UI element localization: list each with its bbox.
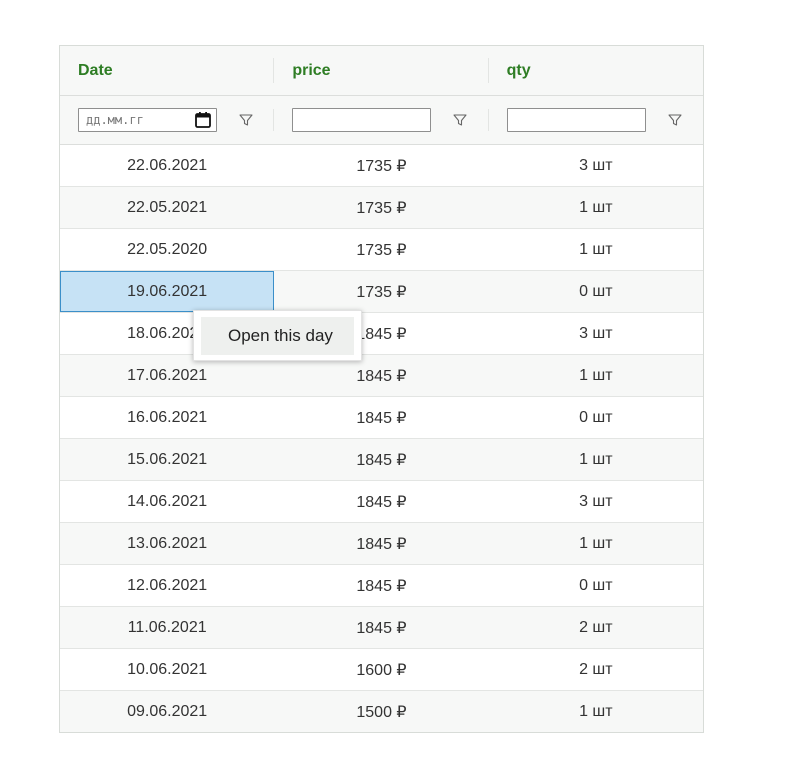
- price-cell[interactable]: 1845 ₽: [274, 481, 488, 522]
- grid-header: Date price qty: [60, 46, 703, 96]
- column-header-label: price: [292, 61, 331, 79]
- date-cell[interactable]: 22.06.2021: [60, 145, 274, 186]
- filter-row: дд.мм.гг: [60, 96, 703, 145]
- date-cell[interactable]: 16.06.2021: [60, 397, 274, 438]
- price-filter-input[interactable]: [292, 108, 432, 132]
- qty-cell[interactable]: 3 шт: [489, 145, 703, 186]
- qty-cell[interactable]: 0 шт: [489, 271, 703, 312]
- date-filter-input[interactable]: дд.мм.гг: [78, 108, 217, 132]
- data-grid: Date price qty дд.мм.гг 22.06.2021 1735 …: [59, 45, 704, 733]
- table-row[interactable]: 19.06.2021 1735 ₽0 шт: [60, 271, 703, 313]
- filter-cell-date: дд.мм.гг: [60, 96, 275, 144]
- grid-body: 22.06.2021 1735 ₽3 шт 22.05.2021 1735 ₽1 шт…: [60, 145, 703, 732]
- date-cell[interactable]: 22.05.2020: [60, 229, 274, 270]
- date-cell[interactable]: 12.06.2021: [60, 565, 274, 606]
- price-cell[interactable]: 1845 ₽: [274, 355, 488, 396]
- context-menu: Open this day: [193, 310, 362, 361]
- price-cell[interactable]: 1845 ₽: [274, 607, 488, 648]
- table-row[interactable]: 22.06.2021 1735 ₽3 шт: [60, 145, 703, 187]
- table-row[interactable]: 16.06.2021 1845 ₽0 шт: [60, 397, 703, 439]
- qty-filter-input[interactable]: [506, 108, 646, 132]
- date-cell[interactable]: 09.06.2021: [60, 691, 274, 732]
- table-row[interactable]: 09.06.2021 1500 ₽1 шт: [60, 691, 703, 732]
- price-cell[interactable]: 1845 ₽: [274, 439, 488, 480]
- column-header-label: qty: [506, 61, 531, 79]
- date-cell[interactable]: 22.05.2021: [60, 187, 274, 228]
- price-cell[interactable]: 1735 ₽: [274, 271, 488, 312]
- price-cell[interactable]: 1845 ₽: [274, 397, 488, 438]
- qty-cell[interactable]: 1 шт: [489, 229, 703, 270]
- date-filter-placeholder: дд.мм.гг: [86, 113, 144, 127]
- table-row[interactable]: 13.06.2021 1845 ₽1 шт: [60, 523, 703, 565]
- table-row[interactable]: 12.06.2021 1845 ₽0 шт: [60, 565, 703, 607]
- qty-cell[interactable]: 1 шт: [489, 187, 703, 228]
- menu-item-open-this-day[interactable]: Open this day: [201, 317, 354, 355]
- price-cell[interactable]: 1735 ₽: [274, 187, 488, 228]
- qty-cell[interactable]: 1 шт: [489, 439, 703, 480]
- price-cell[interactable]: 1600 ₽: [274, 649, 488, 690]
- qty-cell[interactable]: 1 шт: [489, 355, 703, 396]
- qty-cell[interactable]: 0 шт: [489, 397, 703, 438]
- date-cell[interactable]: 19.06.2021: [60, 271, 275, 312]
- table-row[interactable]: 10.06.2021 1600 ₽2 шт: [60, 649, 703, 691]
- price-cell[interactable]: 1845 ₽: [274, 565, 488, 606]
- filter-cell-qty: [489, 96, 703, 144]
- date-cell[interactable]: 14.06.2021: [60, 481, 274, 522]
- column-header-label: Date: [78, 61, 113, 79]
- date-cell[interactable]: 15.06.2021: [60, 439, 274, 480]
- qty-cell[interactable]: 0 шт: [489, 565, 703, 606]
- table-row[interactable]: 11.06.2021 1845 ₽2 шт: [60, 607, 703, 649]
- column-header-date[interactable]: Date: [60, 46, 275, 95]
- filter-icon[interactable]: [452, 112, 468, 128]
- table-row[interactable]: 22.05.2021 1735 ₽1 шт: [60, 187, 703, 229]
- menu-item-label: Open this day: [228, 326, 333, 345]
- price-cell[interactable]: 1735 ₽: [274, 145, 488, 186]
- calendar-icon[interactable]: [194, 111, 212, 129]
- price-cell[interactable]: 1500 ₽: [274, 691, 488, 732]
- qty-cell[interactable]: 2 шт: [489, 607, 703, 648]
- table-row[interactable]: 15.06.2021 1845 ₽1 шт: [60, 439, 703, 481]
- price-cell[interactable]: 1735 ₽: [274, 229, 488, 270]
- table-row[interactable]: 18.06.2021 1845 ₽3 шт: [60, 313, 703, 355]
- qty-cell[interactable]: 3 шт: [489, 313, 703, 354]
- qty-cell[interactable]: 1 шт: [489, 523, 703, 564]
- date-cell[interactable]: 17.06.2021: [60, 355, 274, 396]
- date-cell[interactable]: 11.06.2021: [60, 607, 274, 648]
- qty-cell[interactable]: 2 шт: [489, 649, 703, 690]
- filter-cell-price: [274, 96, 489, 144]
- date-cell[interactable]: 13.06.2021: [60, 523, 274, 564]
- price-cell[interactable]: 1845 ₽: [274, 523, 488, 564]
- table-row[interactable]: 17.06.2021 1845 ₽1 шт: [60, 355, 703, 397]
- table-row[interactable]: 14.06.2021 1845 ₽3 шт: [60, 481, 703, 523]
- column-header-price[interactable]: price: [274, 46, 489, 95]
- date-cell[interactable]: 10.06.2021: [60, 649, 274, 690]
- qty-cell[interactable]: 3 шт: [489, 481, 703, 522]
- filter-icon[interactable]: [238, 112, 254, 128]
- qty-cell[interactable]: 1 шт: [489, 691, 703, 732]
- column-header-qty[interactable]: qty: [489, 46, 703, 95]
- table-row[interactable]: 22.05.2020 1735 ₽1 шт: [60, 229, 703, 271]
- filter-icon[interactable]: [667, 112, 683, 128]
